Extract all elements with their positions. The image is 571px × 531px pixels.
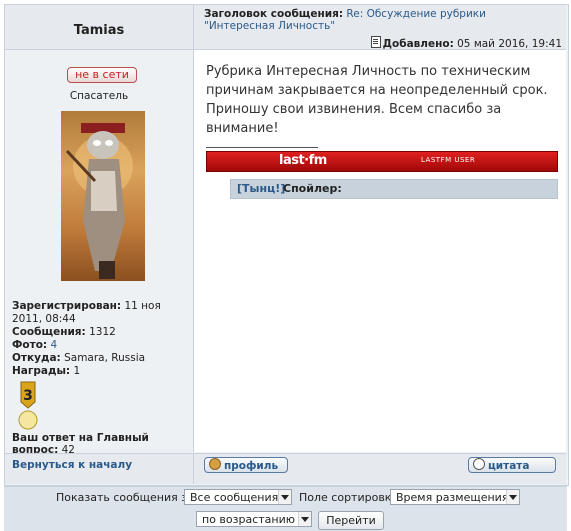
profile-button[interactable]: профиль: [204, 457, 288, 473]
sort-field-select[interactable]: Время размещения: [390, 489, 520, 505]
spoiler-box: [Тынц!] Спойлер:: [230, 179, 558, 199]
lastfm-banner[interactable]: last·fm LASTFM USER: [206, 151, 558, 172]
back-to-top-link[interactable]: Вернуться к началу: [12, 459, 132, 471]
display-options-bar: Показать сообщения за: Все сообщения Пол…: [4, 486, 567, 531]
photos-count-link[interactable]: 4: [50, 339, 57, 351]
avatar: [61, 111, 145, 281]
post-date: Добавлено: 05 май 2016, 19:41: [370, 36, 562, 50]
photos-label: Фото:: [12, 339, 48, 351]
post-subject: Заголовок сообщения: Re: Обсуждение рубр…: [204, 8, 554, 32]
chevron-down-icon: [506, 490, 519, 504]
chevron-down-icon: [278, 490, 291, 504]
spoiler-toggle-link[interactable]: [Тынц!]: [237, 182, 285, 195]
quote-button-label: цитата: [488, 460, 530, 472]
posts-count: 1312: [89, 326, 116, 338]
author-header: Tamias: [5, 5, 194, 50]
from-label: Откуда:: [12, 352, 61, 364]
author-profile: не в сети Спасатель Зарегистрирован: 11 …: [5, 50, 194, 456]
post-header: Заголовок сообщения: Re: Обсуждение рубр…: [194, 5, 566, 50]
posted-time: 05 май 2016, 19:41: [457, 38, 562, 50]
subject-label: Заголовок сообщения:: [204, 8, 344, 20]
author-stats: Зарегистрирован: 11 ноя 2011, 08:44 Сооб…: [12, 300, 190, 378]
spoiler-label: Спойлер:: [283, 182, 342, 195]
signature-divider: [206, 147, 318, 148]
sort-order-select[interactable]: по возрастанию: [196, 511, 312, 527]
show-messages-select[interactable]: Все сообщения: [184, 489, 292, 505]
show-messages-value: Все сообщения: [190, 491, 279, 504]
quote-button[interactable]: цитата: [468, 457, 556, 473]
post-footer-right: профиль цитата: [194, 453, 566, 484]
awards-count: 1: [73, 365, 81, 377]
show-messages-label: Показать сообщения за:: [56, 491, 198, 504]
sort-order-value: по возрастанию: [202, 513, 296, 526]
speech-bubble-icon: [473, 458, 485, 470]
medal-number: 3: [23, 388, 33, 404]
post-icon[interactable]: [370, 36, 381, 48]
author-name[interactable]: Tamias: [5, 23, 193, 38]
profile-icon: [209, 458, 221, 470]
medal-icon[interactable]: 3: [17, 380, 39, 430]
post-message: Рубрика Интересная Личность по техническ…: [206, 64, 548, 136]
registered-label: Зарегистрирован:: [12, 300, 122, 312]
lastfm-user-label: LASTFM USER: [421, 156, 476, 164]
sort-field-label: Поле сортировки: [299, 491, 399, 504]
posted-label: Добавлено:: [382, 38, 454, 50]
from-location: Samara, Russia: [64, 352, 146, 364]
avatar-image: [65, 123, 133, 279]
sort-field-value: Время размещения: [396, 491, 509, 504]
lastfm-logo: last·fm: [279, 153, 327, 168]
profile-button-label: профиль: [224, 460, 279, 472]
post-footer-left: Вернуться к началу: [5, 453, 194, 484]
chevron-down-icon: [298, 512, 311, 526]
user-rank: Спасатель: [69, 90, 129, 102]
awards-label: Награды:: [12, 365, 71, 377]
post-body: Рубрика Интересная Личность по техническ…: [194, 50, 566, 452]
posts-label: Сообщения:: [12, 326, 86, 338]
offline-status-badge: не в сети: [67, 67, 137, 83]
go-button[interactable]: Перейти: [318, 511, 384, 530]
